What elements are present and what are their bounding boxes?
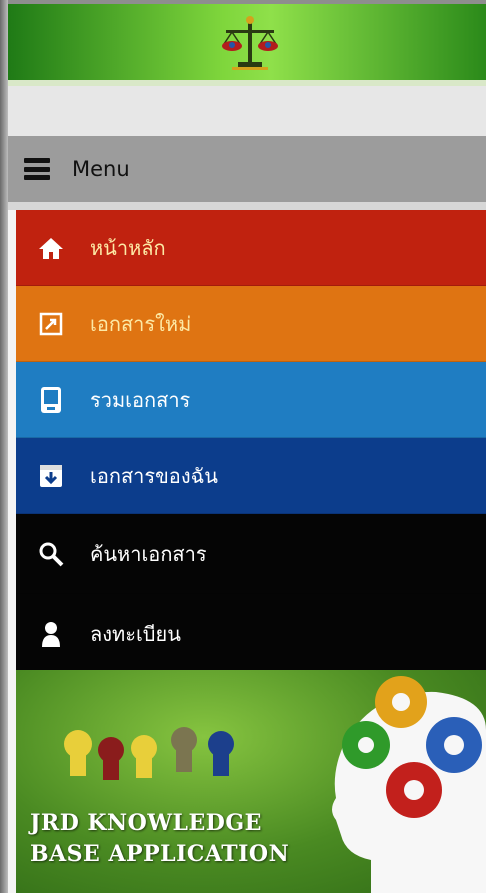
menu-item-label: เอกสารของฉัน	[90, 463, 218, 488]
new-document-icon	[36, 309, 66, 339]
knowledge-base-banner: JRD KNOWLEDGE BASE APPLICATION	[16, 670, 486, 893]
menu-item-register[interactable]: ลงทะเบียน	[16, 594, 486, 674]
menu-item-my-documents[interactable]: เอกสารของฉัน	[16, 438, 486, 514]
banner-title-line-2: BASE APPLICATION	[30, 841, 290, 867]
nav-menu: หน้าหลัก เอกสารใหม่ รวมเอกสาร เอกสารของฉ…	[16, 210, 486, 674]
menu-bar[interactable]: Menu	[8, 136, 486, 202]
app-header	[8, 4, 486, 86]
menu-label: Menu	[72, 157, 130, 181]
search-icon	[36, 539, 66, 569]
menu-item-label: รวมเอกสาร	[90, 387, 191, 412]
scales-of-justice-logo	[222, 16, 278, 70]
left-edge-shadow	[0, 0, 8, 893]
menu-item-all-documents[interactable]: รวมเอกสาร	[16, 362, 486, 438]
menu-item-home[interactable]: หน้าหลัก	[16, 210, 486, 286]
gear-red	[386, 762, 442, 818]
documents-icon	[36, 385, 66, 415]
small-heads-group	[64, 727, 234, 780]
menu-item-label: ค้นหาเอกสาร	[90, 541, 207, 566]
download-box-icon	[36, 461, 66, 491]
menu-item-new-documents[interactable]: เอกสารใหม่	[16, 286, 486, 362]
menu-item-search-documents[interactable]: ค้นหาเอกสาร	[16, 514, 486, 594]
menu-item-label: หน้าหลัก	[90, 235, 166, 260]
gear-yellow	[375, 676, 427, 728]
gear-blue	[426, 717, 482, 773]
menu-separator	[8, 202, 486, 210]
banner-title-line-1: JRD KNOWLEDGE	[30, 810, 262, 836]
home-icon	[36, 233, 66, 263]
gear-green	[342, 721, 390, 769]
header-spacer	[8, 86, 486, 136]
app-frame: Menu หน้าหลัก เอกสารใหม่ รวมเอกสาร เอกสา…	[8, 4, 486, 893]
menu-item-label: เอกสารใหม่	[90, 311, 192, 336]
person-icon	[36, 619, 66, 649]
hamburger-menu-icon[interactable]	[24, 158, 50, 180]
menu-item-label: ลงทะเบียน	[90, 621, 181, 646]
banner-title: JRD KNOWLEDGE BASE APPLICATION	[30, 808, 289, 870]
